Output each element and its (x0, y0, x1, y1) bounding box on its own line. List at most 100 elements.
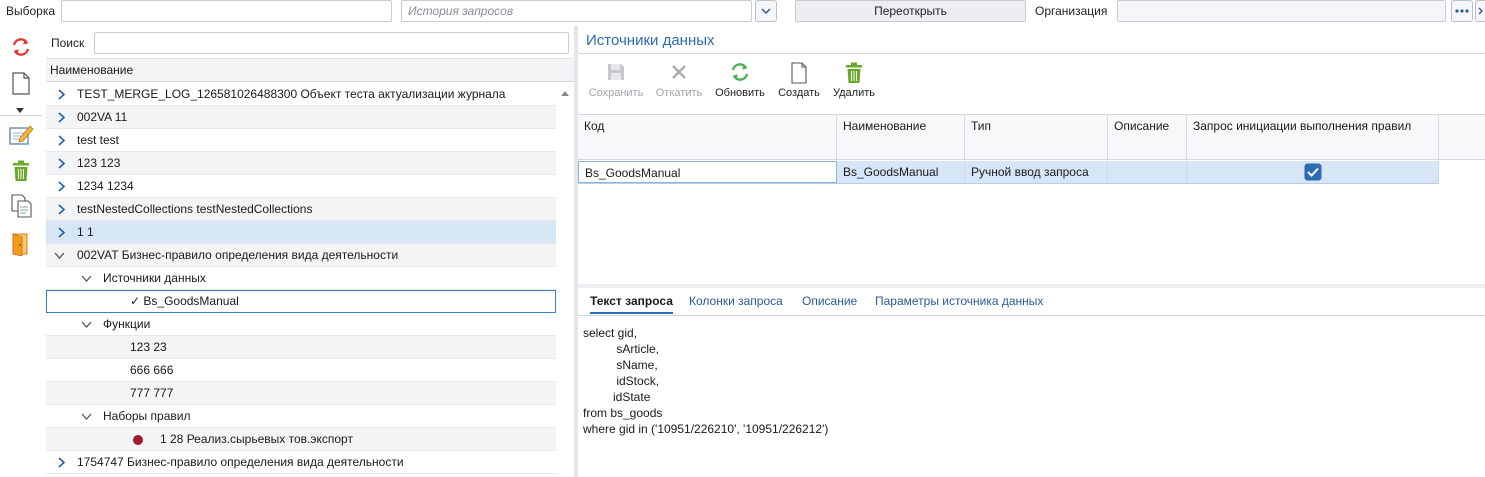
scroll-up-icon[interactable] (557, 86, 573, 100)
organization-open-button[interactable] (1475, 0, 1485, 22)
tree-scrollbar[interactable] (557, 83, 573, 477)
vyborka-label: Выборка (6, 4, 56, 18)
tree-row[interactable]: Наборы правил (46, 405, 556, 428)
tree-row-label: test test (77, 133, 120, 147)
save-button[interactable]: Сохранить (588, 62, 644, 99)
tree-row-label: 002VA 11 (77, 110, 128, 124)
tree-row[interactable]: 1 28 Реализ.сырьевых тов.экспорт (46, 428, 556, 451)
tree-row[interactable]: 002VA 11 (46, 106, 556, 129)
tree-row[interactable]: Функции (46, 313, 556, 336)
refresh-icon[interactable] (10, 36, 32, 58)
tab-query-columns[interactable]: Колонки запроса (689, 294, 783, 308)
chevron-down-icon[interactable] (79, 313, 93, 335)
search-input[interactable] (94, 32, 569, 54)
tree-row[interactable]: Источники данных (46, 267, 556, 290)
grid-cell-description[interactable] (1108, 161, 1187, 183)
horizontal-splitter[interactable] (578, 284, 1485, 288)
rollback-label: Откатить (655, 87, 703, 99)
refresh-label: Обновить (715, 87, 765, 99)
chevron-right-icon (1478, 7, 1483, 15)
tree-row-label: Функции (103, 317, 151, 331)
tree-row[interactable]: TEST_MERGE_LOG_126581026488300 Объект те… (46, 83, 556, 106)
tree-row-label: 1234 1234 (77, 179, 134, 193)
tree-row-label: 1 1 (77, 225, 94, 239)
save-label: Сохранить (588, 87, 644, 99)
reopen-button[interactable]: Переоткрыть (795, 0, 1026, 22)
tab-description[interactable]: Описание (802, 294, 857, 308)
column-header-code[interactable]: Код (578, 115, 837, 160)
tree-row[interactable]: 002VAT Бизнес-правило определения вида д… (46, 244, 556, 267)
tab-datasource-parameters[interactable]: Параметры источника данных (875, 294, 1043, 308)
copy-icon[interactable] (11, 194, 33, 218)
tree-row[interactable]: 1 1 (46, 221, 556, 244)
organization-more-button[interactable] (1451, 0, 1473, 22)
column-header-description[interactable]: Описание (1108, 115, 1187, 160)
close-icon (672, 65, 686, 79)
chevron-right-icon[interactable] (54, 129, 68, 151)
chevron-right-icon[interactable] (54, 221, 68, 243)
tree-row-label: 666 666 (130, 363, 174, 377)
tree-row[interactable]: 666 666 (46, 359, 556, 382)
vyborka-input[interactable] (61, 0, 392, 22)
tree-row[interactable]: 1234 1234 (46, 175, 556, 198)
chevron-right-icon[interactable] (54, 106, 68, 128)
history-input[interactable] (401, 0, 752, 22)
column-header-filler (1439, 115, 1485, 160)
tree-column-header[interactable]: Наименование (46, 58, 574, 82)
refresh-button[interactable]: Обновить (712, 62, 768, 99)
grid-cell-name[interactable]: Bs_GoodsManual (837, 161, 965, 183)
column-header-init-request[interactable]: Запрос инициации выполнения правил (1187, 115, 1439, 160)
chevron-right-icon[interactable] (54, 175, 68, 197)
grid-cell-code[interactable]: Bs_GoodsManual (578, 161, 837, 183)
tree-row[interactable]: testNestedCollections testNestedCollecti… (46, 198, 556, 221)
refresh-icon (731, 63, 749, 81)
tab-query-text[interactable]: Текст запроса (590, 294, 673, 314)
tree-row[interactable]: 123 123 (46, 152, 556, 175)
chevron-right-icon[interactable] (54, 198, 68, 220)
tree-row[interactable]: 777 777 (46, 382, 556, 405)
dropdown-arrow-icon[interactable] (16, 102, 24, 113)
chevron-right-icon[interactable] (54, 451, 68, 473)
chevron-right-icon[interactable] (54, 152, 68, 174)
grid-cell-type[interactable]: Ручной ввод запроса (965, 161, 1108, 183)
name-value: Bs_GoodsManual (843, 165, 939, 179)
grid-cell-init-request[interactable] (1187, 161, 1439, 183)
rollback-button[interactable]: Откатить (654, 62, 704, 99)
tree-row[interactable]: test test (46, 129, 556, 152)
exit-door-icon[interactable] (11, 232, 31, 257)
organization-input[interactable] (1117, 0, 1446, 22)
tree-row-label: Источники данных (103, 271, 206, 285)
tree-row[interactable]: 123 23 (46, 336, 556, 359)
column-header-label: Наименование (843, 119, 927, 133)
tree-row-selected[interactable]: ✓ Bs_GoodsManual (46, 290, 556, 313)
toolbar-divider (0, 115, 42, 116)
column-header-label: Запрос инициации выполнения правил (1193, 119, 1412, 133)
edit-icon[interactable] (9, 124, 34, 146)
panel-title: Источники данных (586, 32, 715, 49)
trash-icon[interactable] (12, 160, 30, 182)
code-value: Bs_GoodsManual (585, 166, 681, 180)
column-header-name[interactable]: Наименование (837, 115, 965, 160)
history-dropdown-button[interactable] (755, 0, 777, 22)
trash-icon (846, 62, 862, 83)
tree-row-label: testNestedCollections testNestedCollecti… (77, 202, 313, 216)
chevron-right-icon[interactable] (54, 83, 68, 105)
chevron-down-icon[interactable] (79, 405, 93, 427)
delete-button[interactable]: Удалить (830, 62, 878, 99)
delete-label: Удалить (833, 87, 875, 99)
create-button[interactable]: Создать (775, 62, 823, 99)
tree-row[interactable]: 1754747 Бизнес-правило определения вида … (46, 451, 556, 474)
chevron-down-icon[interactable] (79, 267, 93, 289)
query-text-editor[interactable]: select gid, sArticle, sName, idStock, id… (583, 325, 828, 437)
chevron-down-icon[interactable] (52, 244, 66, 266)
new-document-icon[interactable] (11, 72, 31, 96)
save-icon (608, 64, 624, 80)
organization-label: Организация (1035, 4, 1108, 18)
new-document-icon (791, 62, 807, 84)
panel-splitter[interactable] (574, 26, 578, 477)
type-value: Ручной ввод запроса (971, 165, 1089, 179)
tree-row-label: 123 23 (130, 340, 167, 354)
column-header-type[interactable]: Тип (965, 115, 1108, 160)
chevron-down-icon (761, 8, 771, 14)
checkbox-checked-icon[interactable] (1304, 163, 1322, 181)
